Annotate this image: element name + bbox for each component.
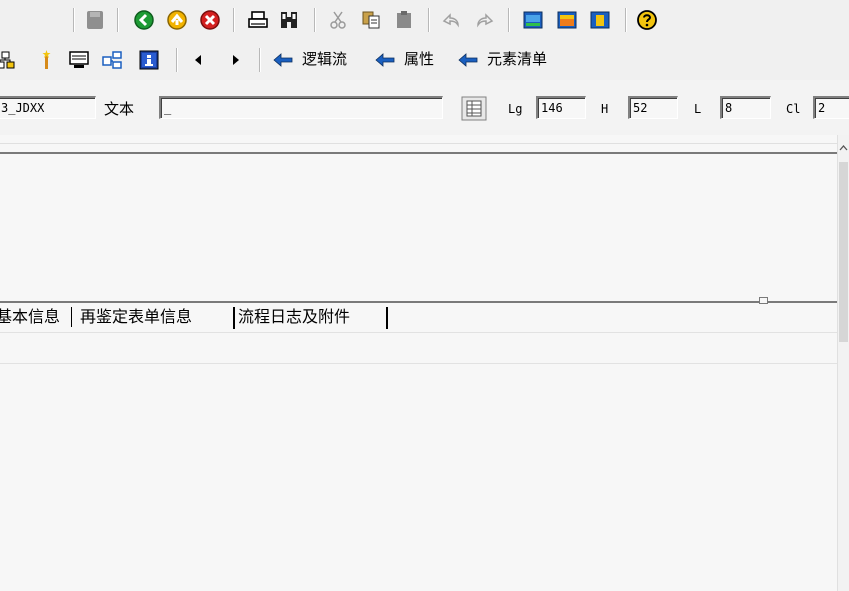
lg-field[interactable]: 146: [536, 96, 586, 119]
toolbar-separator: [117, 8, 119, 32]
cl-field[interactable]: 2: [813, 96, 849, 119]
text-label: 文本: [104, 100, 135, 118]
hierarchy-icon[interactable]: [0, 49, 16, 71]
window-yellow-icon[interactable]: [589, 9, 611, 31]
scroll-up-icon[interactable]: [838, 143, 849, 153]
attributes-button[interactable]: 属性: [404, 49, 434, 69]
save-icon[interactable]: [84, 9, 106, 31]
text-field[interactable]: _: [159, 96, 443, 119]
window-orange-icon[interactable]: [556, 9, 578, 31]
subscreen-area[interactable]: [0, 152, 838, 304]
subscreen-border: [0, 301, 838, 303]
tab-basic-info[interactable]: 基本信息: [0, 307, 60, 327]
text-table-icon[interactable]: [461, 96, 487, 121]
tab-divider: [233, 307, 235, 329]
toolbar-separator: [625, 8, 627, 32]
tab-divider: [71, 307, 72, 327]
canvas-guide-line: [0, 143, 838, 144]
exit-icon[interactable]: [166, 9, 188, 31]
back-icon[interactable]: [133, 9, 155, 31]
tab-guide-line: [0, 332, 838, 333]
scroll-thumb[interactable]: [839, 162, 848, 342]
arrow-left-icon: [374, 49, 396, 71]
help-icon[interactable]: [636, 9, 658, 31]
element-list-button[interactable]: 元素清单: [487, 49, 547, 69]
next-icon[interactable]: [224, 49, 246, 71]
cut-icon[interactable]: [327, 9, 349, 31]
tab-reappraisal-form[interactable]: 再鉴定表单信息: [80, 307, 192, 327]
element-name-field[interactable]: 3_JDXX: [0, 96, 96, 119]
h-field[interactable]: 52: [628, 96, 678, 119]
toolbar-separator: [314, 8, 316, 32]
arrow-left-icon: [272, 49, 294, 71]
toolbar-separator: [508, 8, 510, 32]
find-icon[interactable]: [278, 9, 300, 31]
copy-icon[interactable]: [360, 9, 382, 31]
toolbar-separator: [73, 8, 75, 32]
h-label: H: [601, 102, 609, 116]
paste-icon[interactable]: [393, 9, 415, 31]
prev-icon[interactable]: [188, 49, 210, 71]
arrow-left-icon: [457, 49, 479, 71]
l-field[interactable]: 8: [720, 96, 771, 119]
screen-icon[interactable]: [68, 49, 90, 71]
window-blue-icon[interactable]: [522, 9, 544, 31]
lg-label: Lg: [508, 102, 523, 116]
print-icon[interactable]: [247, 9, 269, 31]
toolbar-separator: [233, 8, 235, 32]
layout-icon[interactable]: [101, 49, 123, 71]
redo-icon[interactable]: [474, 9, 496, 31]
l-label: L: [694, 102, 702, 116]
cancel-icon[interactable]: [199, 9, 221, 31]
logic-flow-button[interactable]: 逻辑流: [302, 49, 347, 69]
wand-icon[interactable]: [36, 49, 58, 71]
cl-label: Cl: [786, 102, 801, 116]
toolbar-separator: [428, 8, 430, 32]
toolbar-separator: [259, 48, 261, 72]
tab-guide-line: [0, 363, 838, 364]
info-icon[interactable]: [138, 49, 160, 71]
resize-handle[interactable]: [759, 297, 768, 304]
toolbar-separator: [176, 48, 178, 72]
vertical-scrollbar[interactable]: [837, 135, 849, 591]
standard-toolbar: [0, 0, 849, 41]
undo-icon[interactable]: [440, 9, 462, 31]
tab-process-log[interactable]: 流程日志及附件: [238, 307, 350, 327]
tab-divider: [386, 307, 388, 329]
